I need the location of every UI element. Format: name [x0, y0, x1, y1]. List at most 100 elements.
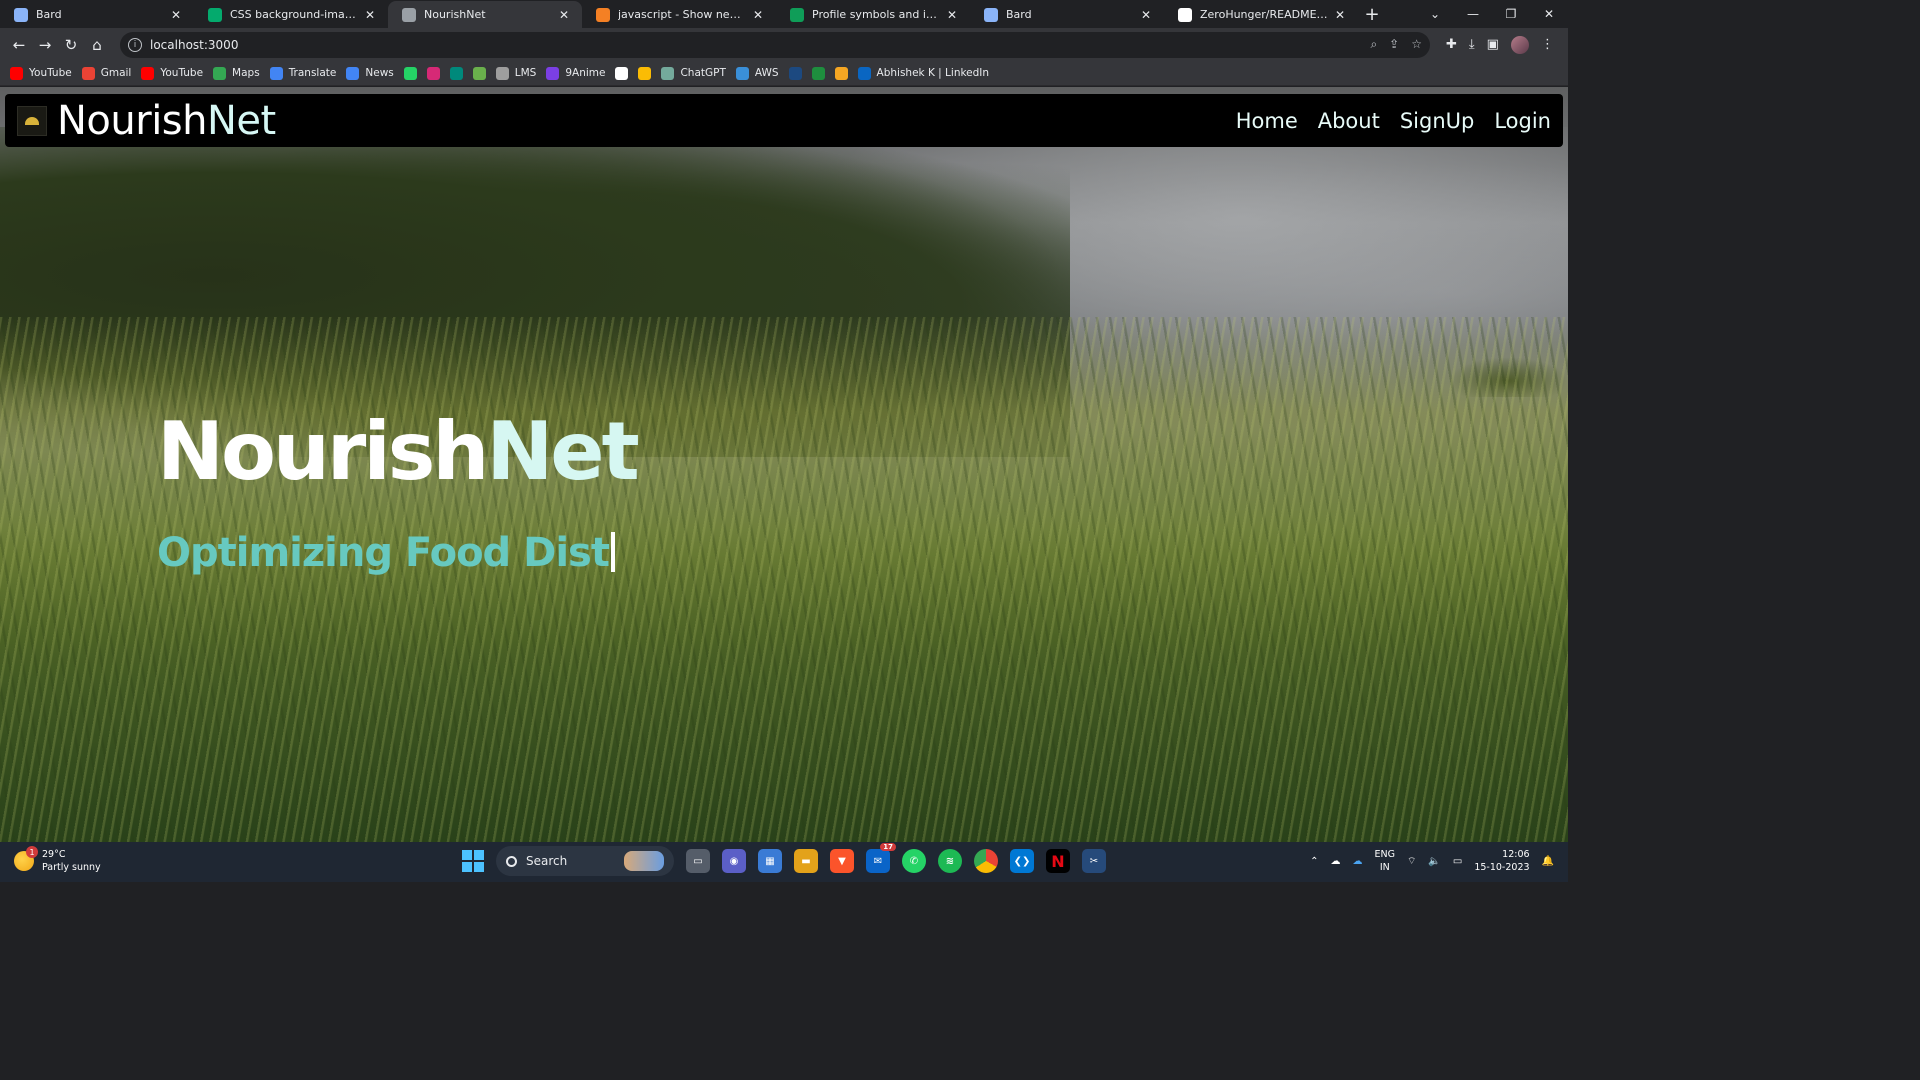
task-view-icon[interactable]: ▭: [686, 849, 710, 873]
meet-icon: [449, 66, 463, 80]
back-button[interactable]: ←: [6, 32, 32, 58]
reload-button[interactable]: ↻: [58, 32, 84, 58]
browser-tab[interactable]: javascript - Show new html pag ✕: [582, 1, 776, 28]
youtube-icon: [141, 66, 155, 80]
whatsapp-icon[interactable]: ✆: [902, 849, 926, 873]
battery-icon[interactable]: ▭: [1453, 856, 1462, 867]
bookmark-item[interactable]: AWS: [735, 66, 779, 80]
bookmark-item[interactable]: [811, 66, 825, 80]
show-hidden-icons[interactable]: ⌃: [1310, 856, 1318, 867]
close-window-button[interactable]: ✕: [1530, 0, 1568, 28]
close-tab-icon[interactable]: ✕: [168, 8, 184, 22]
downloads-icon[interactable]: ⤓: [1469, 37, 1475, 52]
notification-bell-icon[interactable]: 🔔: [1542, 856, 1554, 867]
windows-taskbar: 1 29°C Partly sunny Search ▭ ◉ ▦ ▬ ▼ ✉ 17…: [0, 842, 1568, 882]
bookmark-item[interactable]: Maps: [213, 66, 260, 80]
bookmark-item[interactable]: [834, 66, 848, 80]
onedrive-icon[interactable]: ☁: [1353, 856, 1363, 867]
play-icon: [546, 66, 560, 80]
bookmark-item[interactable]: News: [346, 66, 394, 80]
wifi-icon[interactable]: ⌔: [1407, 855, 1416, 868]
close-tab-icon[interactable]: ✕: [362, 8, 378, 22]
close-tab-icon[interactable]: ✕: [1138, 8, 1154, 22]
brand-name[interactable]: NourishNet: [57, 98, 276, 144]
share-icon[interactable]: ⇪: [1389, 37, 1399, 52]
start-button[interactable]: [462, 850, 484, 872]
nav-home-link[interactable]: Home: [1236, 109, 1298, 133]
bookmark-item[interactable]: 9Anime: [546, 66, 605, 80]
profile-avatar[interactable]: [1510, 35, 1529, 54]
vscode-icon[interactable]: ❮❯: [1010, 849, 1034, 873]
home-button[interactable]: ⌂: [84, 32, 110, 58]
page-viewport: NourishNet Home About SignUp Login Nouri…: [0, 87, 1568, 842]
snipping-tool-icon[interactable]: ✂: [1082, 849, 1106, 873]
minimize-button[interactable]: —: [1454, 0, 1492, 28]
spotify-icon[interactable]: ≋: [938, 849, 962, 873]
close-tab-icon[interactable]: ✕: [1332, 8, 1348, 22]
bookmark-item[interactable]: [472, 66, 486, 80]
address-bar[interactable]: i localhost:3000 ⌕ ⇪ ☆: [120, 31, 1430, 58]
bookmark-star-icon[interactable]: ☆: [1411, 37, 1422, 52]
weather-sun-icon: 1: [14, 846, 38, 871]
browser-tab[interactable]: Bard ✕: [0, 1, 194, 28]
site-logo[interactable]: [17, 105, 47, 136]
unstop-icon: [788, 66, 802, 80]
menu-icon[interactable]: ⋮: [1541, 37, 1554, 52]
zoom-icon[interactable]: ⌕: [1370, 37, 1377, 52]
search-highlight-art: [624, 851, 664, 871]
weather-widget[interactable]: 1 29°C Partly sunny: [14, 846, 101, 874]
bookmark-item[interactable]: YouTube: [10, 66, 72, 80]
extensions-icon[interactable]: ✚: [1446, 37, 1457, 52]
onedrive-personal-icon[interactable]: ☁: [1331, 856, 1341, 867]
browser-tab[interactable]: CSS background-image proper ✕: [194, 1, 388, 28]
bookmark-item[interactable]: [403, 66, 417, 80]
nav-login-link[interactable]: Login: [1494, 109, 1551, 133]
chrome-icon[interactable]: [974, 849, 998, 873]
teams-chat-icon[interactable]: ◉: [722, 849, 746, 873]
side-panel-icon[interactable]: ▣: [1487, 37, 1499, 52]
bookmark-item[interactable]: [426, 66, 440, 80]
forward-button[interactable]: →: [32, 32, 58, 58]
close-tab-icon[interactable]: ✕: [556, 8, 572, 22]
close-tab-icon[interactable]: ✕: [944, 8, 960, 22]
language-indicator[interactable]: ENG IN: [1375, 848, 1395, 874]
brave-icon[interactable]: ▼: [830, 849, 854, 873]
file-explorer-icon[interactable]: ▬: [794, 849, 818, 873]
browser-tab[interactable]: NourishNet ✕: [388, 1, 582, 28]
tab-search-icon[interactable]: ⌄: [1416, 0, 1454, 28]
netflix-icon[interactable]: N: [1046, 849, 1070, 873]
gmail-icon: [81, 66, 95, 80]
browser-tab[interactable]: Bard ✕: [970, 1, 1164, 28]
weather-desc: Partly sunny: [42, 862, 101, 873]
nav-signup-link[interactable]: SignUp: [1400, 109, 1475, 133]
w3schools-icon: [208, 7, 222, 22]
tab-title: javascript - Show new html pag: [618, 8, 746, 21]
nav-about-link[interactable]: About: [1318, 109, 1380, 133]
linkedin-icon: [857, 66, 871, 80]
site-info-icon[interactable]: i: [128, 37, 142, 52]
mail-icon[interactable]: ✉ 17: [866, 843, 896, 873]
bookmark-item[interactable]: [638, 66, 652, 80]
bookmark-item[interactable]: Abhishek K | LinkedIn: [857, 66, 989, 80]
restore-button[interactable]: ❐: [1492, 0, 1530, 28]
bookmark-item[interactable]: ChatGPT: [661, 66, 726, 80]
close-tab-icon[interactable]: ✕: [750, 8, 766, 22]
bookmark-item[interactable]: [449, 66, 463, 80]
taskbar-apps: Search ▭ ◉ ▦ ▬ ▼ ✉ 17 ✆ ≋ ❮❯ N ✂: [462, 843, 1106, 876]
bookmark-item[interactable]: [615, 66, 629, 80]
bookmark-item[interactable]: Translate: [269, 66, 336, 80]
url-text[interactable]: localhost:3000: [150, 38, 1370, 52]
clock[interactable]: 12:06 15-10-2023: [1474, 848, 1529, 874]
new-tab-button[interactable]: +: [1358, 1, 1386, 28]
bookmark-item[interactable]: [788, 66, 802, 80]
bookmark-item[interactable]: YouTube: [141, 66, 203, 80]
bookmark-item[interactable]: Gmail: [81, 66, 131, 80]
whatsapp-icon: [403, 66, 417, 80]
bookmark-item[interactable]: LMS: [495, 66, 536, 80]
browser-tab[interactable]: ZeroHunger/README.md at m ✕: [1164, 1, 1358, 28]
browser-tab[interactable]: Profile symbols and icons in W ✕: [776, 1, 970, 28]
store-icon[interactable]: ▦: [758, 849, 782, 873]
volume-icon[interactable]: 🔈: [1428, 856, 1440, 867]
search-icon: [506, 855, 517, 867]
taskbar-search[interactable]: Search: [496, 846, 674, 876]
